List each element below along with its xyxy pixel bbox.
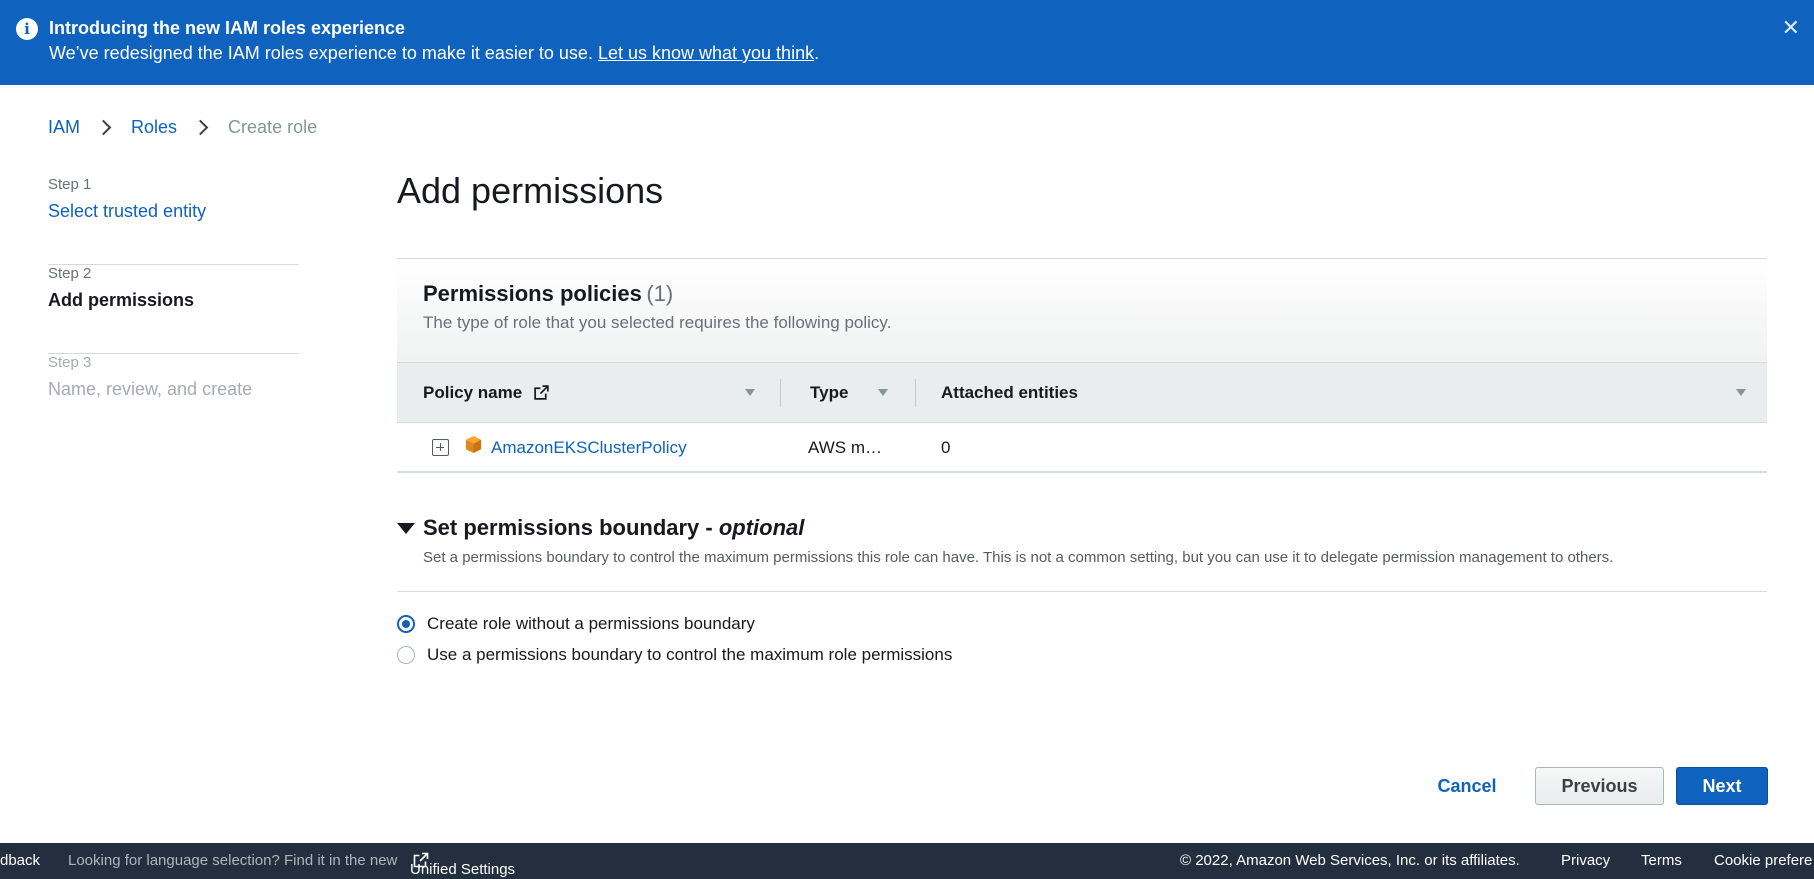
next-button[interactable]: Next xyxy=(1676,767,1768,805)
attached-entities-count: 0 xyxy=(941,438,951,457)
info-banner: i Introducing the new IAM roles experien… xyxy=(0,0,1814,85)
previous-button[interactable]: Previous xyxy=(1535,767,1664,805)
chevron-right-icon xyxy=(192,119,209,136)
banner-title: Introducing the new IAM roles experience xyxy=(49,18,406,38)
step-number: Step 3 xyxy=(48,354,92,371)
info-icon: i xyxy=(16,18,38,40)
column-divider xyxy=(915,379,916,407)
expand-plus-icon[interactable] xyxy=(432,439,449,456)
breadcrumb-current: Create role xyxy=(228,117,318,137)
policy-type: AWS m… xyxy=(808,438,882,457)
panel-header: Permissions policies (1) The type of rol… xyxy=(397,259,1767,362)
panel-description: The type of role that you selected requi… xyxy=(423,313,892,332)
table-row: AmazonEKSClusterPolicy AWS m… 0 xyxy=(397,423,1767,473)
policy-count: (1) xyxy=(646,281,674,306)
footer-unified-settings-link[interactable]: Unified Settings xyxy=(410,852,515,878)
feedback-link[interactable]: Let us know what you think xyxy=(598,43,814,63)
page-title: Add permissions xyxy=(397,170,664,211)
column-policy-name[interactable]: Policy name xyxy=(423,363,755,422)
footer-copyright: © 2022, Amazon Web Services, Inc. or its… xyxy=(1180,852,1520,869)
managed-policy-cube-icon xyxy=(465,435,482,454)
step-name-review: Name, review, and create xyxy=(48,379,253,399)
radio-label[interactable]: Use a permissions boundary to control th… xyxy=(427,645,952,665)
footer-cookie-link[interactable]: Cookie prefere xyxy=(1714,852,1812,869)
radio-label[interactable]: Create role without a permissions bounda… xyxy=(427,614,755,634)
radio-use-boundary[interactable]: Use a permissions boundary to control th… xyxy=(397,645,952,665)
caret-down-icon[interactable] xyxy=(397,523,415,534)
column-label: Policy name xyxy=(423,383,523,402)
close-icon[interactable]: ✕ xyxy=(1782,16,1800,41)
step-number: Step 2 xyxy=(48,265,92,282)
column-divider xyxy=(780,379,781,407)
sort-caret-icon[interactable] xyxy=(878,389,888,396)
chevron-right-icon xyxy=(95,119,112,136)
table-header: Policy name Type Attached entities xyxy=(397,362,1767,423)
divider xyxy=(397,591,1767,592)
boundary-optional: optional xyxy=(718,515,805,540)
step-3: Step 3 Name, review, and create xyxy=(48,354,299,443)
column-type[interactable]: Type xyxy=(810,363,900,422)
column-label: Attached entities xyxy=(941,383,1078,402)
breadcrumb-roles[interactable]: Roles xyxy=(131,117,177,138)
breadcrumb: IAM Roles Create role xyxy=(48,117,317,138)
sort-caret-icon[interactable] xyxy=(745,389,755,396)
step-2: Step 2 Add permissions xyxy=(48,265,299,354)
column-attached-entities[interactable]: Attached entities xyxy=(941,363,1751,422)
step-1: Step 1 Select trusted entity xyxy=(48,176,299,265)
footer-language-text: Looking for language selection? Find it … xyxy=(68,852,398,869)
banner-message: We’ve redesigned the IAM roles experienc… xyxy=(49,43,598,63)
panel-title: Permissions policies xyxy=(423,281,642,306)
breadcrumb-iam[interactable]: IAM xyxy=(48,117,80,138)
cancel-button[interactable]: Cancel xyxy=(1422,768,1512,804)
footer-feedback-link[interactable]: dback xyxy=(0,852,40,869)
permissions-policies-panel: Permissions policies (1) The type of rol… xyxy=(397,258,1767,473)
sort-caret-icon[interactable] xyxy=(1736,389,1746,396)
step-number: Step 1 xyxy=(48,176,92,193)
step-current-add-permissions: Add permissions xyxy=(48,290,195,310)
radio-button[interactable] xyxy=(397,615,415,633)
policy-name-link[interactable]: AmazonEKSClusterPolicy xyxy=(491,438,687,458)
banner-text: We’ve redesigned the IAM roles experienc… xyxy=(49,43,819,64)
footer: dback Looking for language selection? Fi… xyxy=(0,843,1814,879)
radio-button[interactable] xyxy=(397,646,415,664)
banner-link-suffix: . xyxy=(814,43,820,63)
external-link-icon xyxy=(534,384,549,400)
panel-title-row: Permissions policies (1) xyxy=(423,281,1767,307)
boundary-title: Set permissions boundary - xyxy=(423,515,719,540)
step-link-select-trusted-entity[interactable]: Select trusted entity xyxy=(48,201,299,222)
footer-terms-link[interactable]: Terms xyxy=(1641,852,1682,869)
wizard-steps: Step 1 Select trusted entity Step 2 Add … xyxy=(48,176,299,443)
radio-no-boundary[interactable]: Create role without a permissions bounda… xyxy=(397,614,755,634)
boundary-description: Set a permissions boundary to control th… xyxy=(423,549,1614,566)
boundary-section-toggle[interactable]: Set permissions boundary - optional xyxy=(423,515,804,541)
unified-settings-label: Unified Settings xyxy=(410,861,516,878)
column-label: Type xyxy=(810,383,849,402)
footer-privacy-link[interactable]: Privacy xyxy=(1561,852,1610,869)
